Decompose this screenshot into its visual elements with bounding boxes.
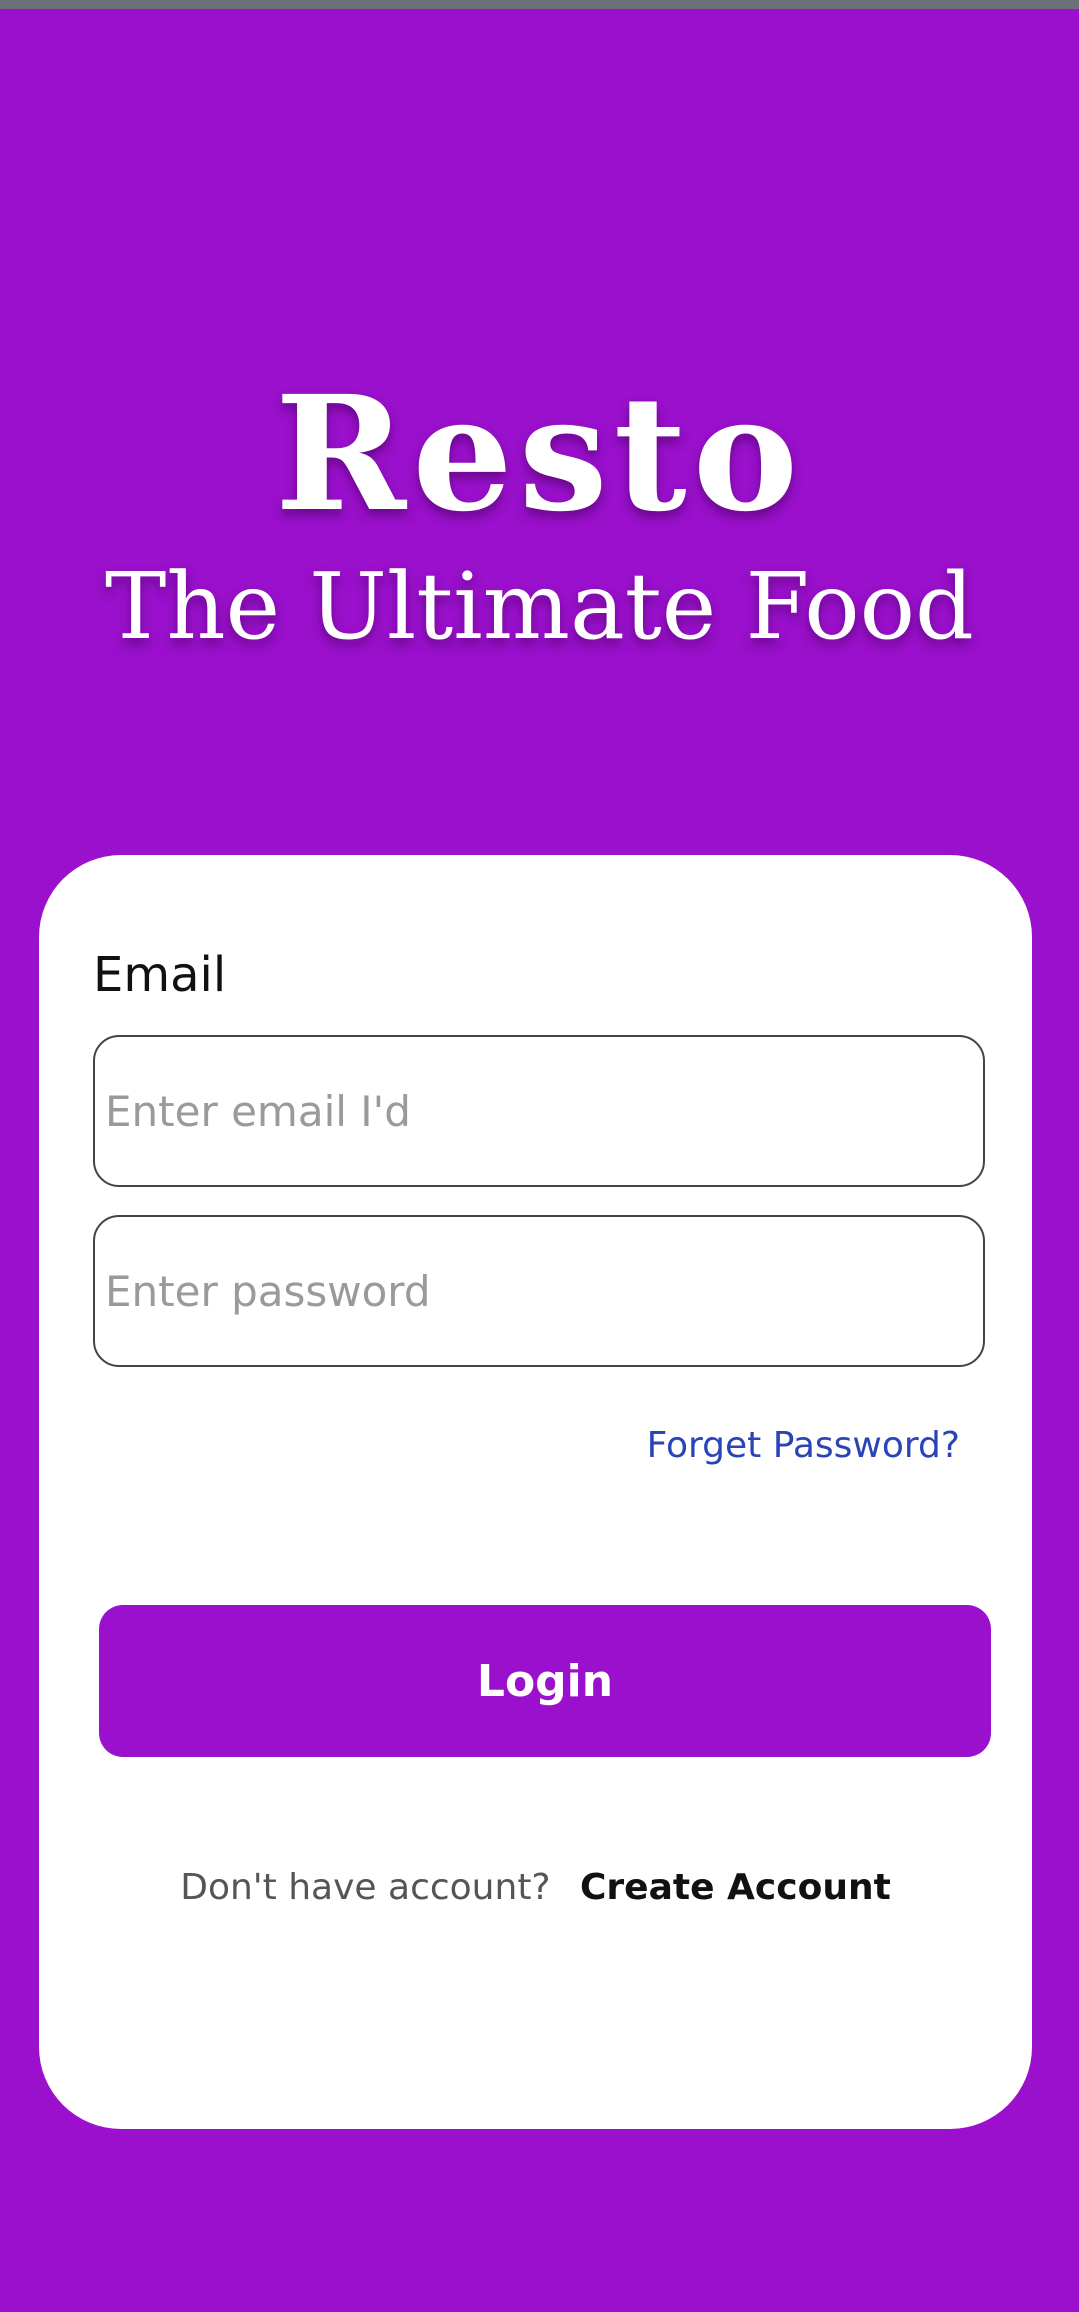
email-input[interactable] [105, 1086, 983, 1136]
email-field-box [93, 1035, 985, 1187]
password-field-box [93, 1215, 985, 1367]
create-account-link[interactable]: Create Account [580, 1867, 891, 1908]
login-card: Email Forget Password? Login Don't have … [39, 855, 1032, 2129]
brand-subtitle: The Ultimate Food [105, 553, 974, 660]
email-label: Email [93, 947, 227, 1003]
brand-logo: Resto The Ultimate Food [0, 370, 1079, 662]
signup-row: Don't have account? Create Account [39, 1867, 1032, 1908]
brand-title: Resto [274, 362, 805, 547]
password-input[interactable] [105, 1266, 983, 1316]
login-button[interactable]: Login [99, 1605, 991, 1757]
signup-prompt: Don't have account? [180, 1867, 551, 1908]
forgot-password-link[interactable]: Forget Password? [647, 1425, 960, 1466]
status-bar [0, 0, 1079, 9]
